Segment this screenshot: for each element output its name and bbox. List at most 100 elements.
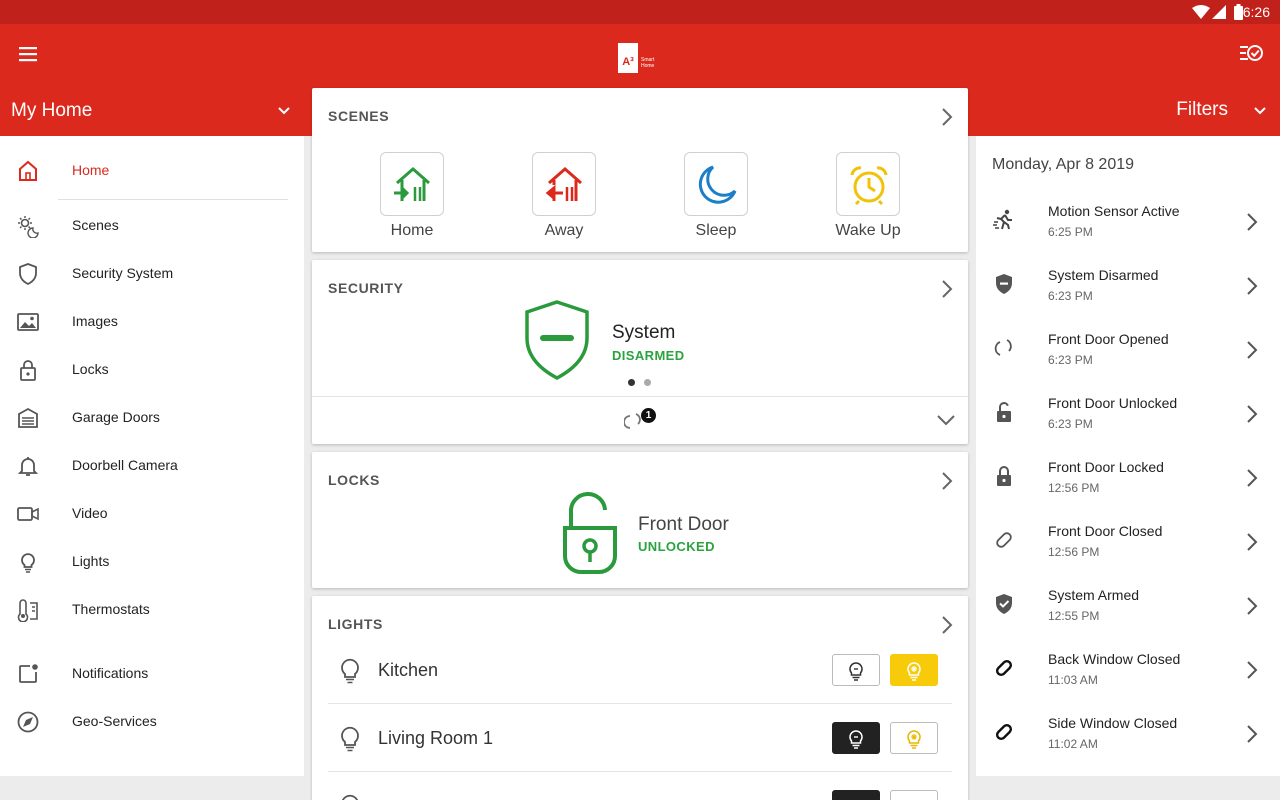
- event-item[interactable]: System Armed 12:55 PM: [976, 576, 1280, 640]
- event-time: 12:55 PM: [1048, 609, 1100, 623]
- event-item[interactable]: Side Window Closed 11:02 AM: [976, 704, 1280, 768]
- sidebar-item-video[interactable]: Video: [0, 490, 304, 538]
- light-on-button[interactable]: [890, 654, 938, 686]
- security-card: SECURITY System DISARMED 1: [312, 260, 968, 444]
- motion-icon: [993, 209, 1012, 230]
- chevron-down-icon: [1254, 107, 1266, 115]
- lock-icon: [20, 360, 36, 381]
- light-row-partial: [328, 772, 952, 800]
- activity-date: Monday, Apr 8 2019: [992, 156, 1135, 173]
- sidebar-item-lights[interactable]: Lights: [0, 538, 304, 586]
- event-title: Motion Sensor Active: [1048, 203, 1180, 219]
- event-title: Side Window Closed: [1048, 715, 1178, 731]
- event-time: 6:23 PM: [1048, 353, 1093, 367]
- sidebar-item-label: Scenes: [72, 217, 119, 233]
- sensor-open-icon: [624, 413, 641, 429]
- light-on-button[interactable]: [890, 722, 938, 754]
- sidebar-item-label: Notifications: [72, 665, 149, 681]
- window-closed-icon: [995, 659, 1013, 677]
- sensor-indicator[interactable]: 1: [624, 408, 658, 432]
- chevron-right-icon[interactable]: [940, 106, 954, 128]
- bulb-on-icon: [907, 662, 921, 681]
- bulb-icon: [341, 658, 359, 684]
- door-closed-icon: [996, 532, 1012, 548]
- event-time: 6:25 PM: [1048, 225, 1093, 239]
- event-time: 6:23 PM: [1048, 417, 1093, 431]
- video-icon: [17, 507, 39, 521]
- pager-dot[interactable]: [644, 379, 651, 386]
- sidebar-item-label: Security System: [72, 265, 174, 281]
- shield-armed-icon: [996, 594, 1012, 614]
- scene-wake-up[interactable]: Wake Up: [808, 144, 928, 244]
- activity-check-icon[interactable]: [1238, 41, 1264, 65]
- event-item[interactable]: Front Door Locked 12:56 PM: [976, 448, 1280, 512]
- sidebar-item-label: Lights: [72, 553, 110, 569]
- light-on-button[interactable]: [890, 790, 938, 800]
- chevron-down-icon: [278, 107, 290, 115]
- chevron-right-icon: [1247, 341, 1258, 359]
- event-item[interactable]: Front Door Unlocked 6:23 PM: [976, 384, 1280, 448]
- sidebar-item-scenes[interactable]: Scenes: [0, 202, 304, 250]
- event-item[interactable]: Back Window Closed 11:03 AM: [976, 640, 1280, 704]
- lock-unlocked-icon[interactable]: [558, 490, 622, 574]
- scene-away-icon: [545, 167, 582, 202]
- sidebar-item-security-system[interactable]: Security System: [0, 250, 304, 298]
- sidebar-item-label: Garage Doors: [72, 409, 160, 425]
- light-row-living-room-1: Living Room 1: [328, 704, 952, 772]
- chevron-right-icon: [1247, 469, 1258, 487]
- scene-name: Wake Up: [835, 222, 901, 239]
- event-title: Front Door Opened: [1048, 331, 1169, 347]
- sidebar-item-images[interactable]: Images: [0, 298, 304, 346]
- logo-text: Home: [641, 63, 655, 69]
- activity-panel: Monday, Apr 8 2019 Motion Sensor Active …: [976, 136, 1280, 776]
- scene-sleep[interactable]: Sleep: [656, 144, 776, 244]
- pager-dot-active[interactable]: [628, 379, 635, 386]
- light-name: Living Room 1: [378, 728, 494, 748]
- light-off-button[interactable]: [832, 790, 880, 800]
- chevron-right-icon[interactable]: [940, 470, 954, 492]
- event-time: 11:03 AM: [1048, 673, 1098, 687]
- sidebar-item-garage-doors[interactable]: Garage Doors: [0, 394, 304, 442]
- dashboard-content: SCENES Home Away Sleep Wake Up SECURITY …: [304, 80, 976, 800]
- bulb-icon: [341, 726, 359, 752]
- card-title: LIGHTS: [328, 616, 383, 632]
- light-off-button[interactable]: [832, 654, 880, 686]
- event-time: 12:56 PM: [1048, 545, 1100, 559]
- light-off-button[interactable]: [832, 722, 880, 754]
- sidebar-item-locks[interactable]: Locks: [0, 346, 304, 394]
- scene-tile: [380, 152, 444, 216]
- locks-card: LOCKS Front Door UNLOCKED: [312, 452, 968, 588]
- sidebar-item-label: Locks: [72, 361, 109, 377]
- shield-disarmed-icon: [996, 274, 1012, 294]
- sidebar-item-notifications[interactable]: Notifications: [0, 650, 304, 698]
- scene-away[interactable]: Away: [504, 144, 624, 244]
- scene-home[interactable]: Home: [352, 144, 472, 244]
- event-item[interactable]: Front Door Opened 6:23 PM: [976, 320, 1280, 384]
- menu-icon[interactable]: [16, 42, 40, 66]
- sidebar-item-label: Video: [72, 505, 108, 521]
- lights-card: LIGHTS Kitchen Living Room 1: [312, 596, 968, 800]
- sidebar-item-geo-services[interactable]: Geo-Services: [0, 698, 304, 746]
- sidebar: Home Scenes Security System Images Locks…: [0, 136, 304, 776]
- scene-sleep-icon: [698, 165, 737, 204]
- sidebar-item-home[interactable]: Home: [0, 147, 304, 195]
- event-title: Front Door Closed: [1048, 523, 1163, 539]
- sidebar-item-label: Thermostats: [72, 601, 150, 617]
- event-item[interactable]: Front Door Closed 12:56 PM: [976, 512, 1280, 576]
- security-status: DISARMED: [612, 348, 685, 363]
- sidebar-item-label: Geo-Services: [72, 713, 157, 729]
- event-item[interactable]: System Disarmed 6:23 PM: [976, 256, 1280, 320]
- sidebar-item-doorbell-camera[interactable]: Doorbell Camera: [0, 442, 304, 490]
- chevron-down-icon[interactable]: [936, 413, 956, 427]
- filters-dropdown[interactable]: Filters: [976, 90, 1280, 136]
- bulb-off-icon: [849, 662, 863, 681]
- scene-tile: [684, 152, 748, 216]
- home-selector[interactable]: My Home: [0, 90, 304, 136]
- security-shield-disarmed-icon[interactable]: [524, 300, 590, 380]
- chevron-right-icon[interactable]: [940, 614, 954, 636]
- door-opened-icon: [994, 339, 1012, 356]
- sidebar-item-thermostats[interactable]: Thermostats: [0, 586, 304, 634]
- chevron-right-icon[interactable]: [940, 278, 954, 300]
- event-item[interactable]: Motion Sensor Active 6:25 PM: [976, 192, 1280, 256]
- light-name: Kitchen: [378, 660, 439, 680]
